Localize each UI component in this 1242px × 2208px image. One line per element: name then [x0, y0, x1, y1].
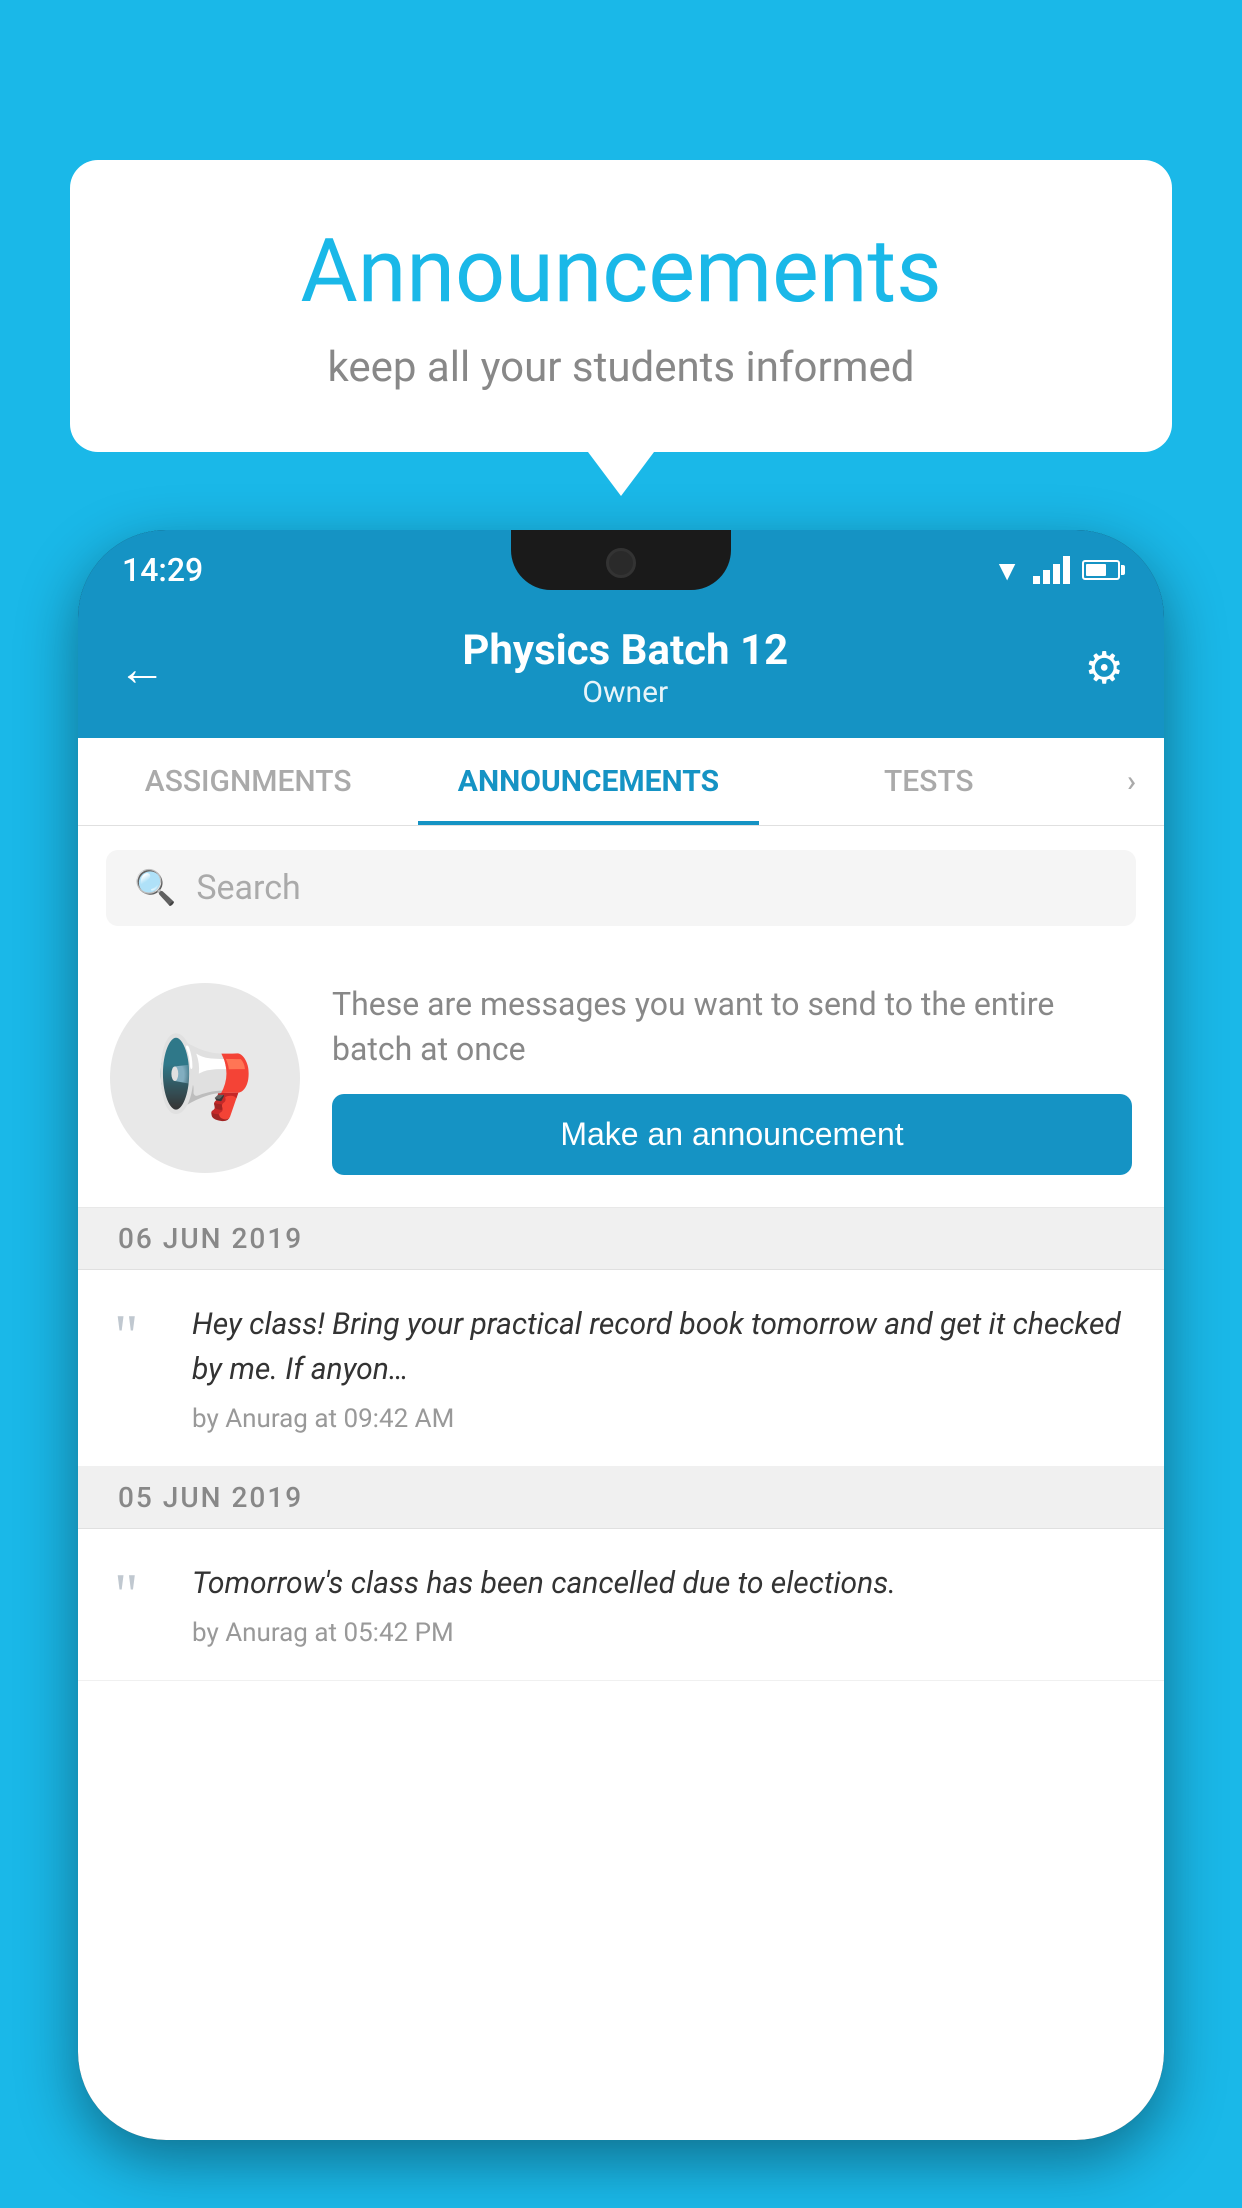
promo-section: 📢 These are messages you want to send to…	[78, 950, 1164, 1208]
announcement-item-2[interactable]: " Tomorrow's class has been cancelled du…	[78, 1529, 1164, 1681]
phone-notch	[511, 530, 731, 590]
tab-announcements[interactable]: ANNOUNCEMENTS	[418, 738, 758, 825]
make-announcement-button[interactable]: Make an announcement	[332, 1094, 1132, 1175]
owner-label: Owner	[462, 675, 788, 710]
date-label-1: 06 JUN 2019	[118, 1222, 303, 1255]
screen-content: 🔍 Search 📢 These are messages you want t…	[78, 826, 1164, 2140]
status-time: 14:29	[122, 551, 203, 589]
battery-fill	[1086, 564, 1106, 576]
bubble-title: Announcements	[140, 220, 1102, 323]
speech-bubble-container: Announcements keep all your students inf…	[70, 160, 1172, 452]
date-label-2: 05 JUN 2019	[118, 1481, 303, 1514]
tabs-bar: ASSIGNMENTS ANNOUNCEMENTS TESTS ›	[78, 738, 1164, 826]
announcement-meta-1: by Anurag at 09:42 AM	[192, 1404, 1128, 1434]
status-icons	[993, 554, 1120, 587]
quote-icon-2: "	[114, 1565, 164, 1625]
announcement-text-2: Tomorrow's class has been cancelled due …	[192, 1561, 1128, 1606]
date-divider-2: 05 JUN 2019	[78, 1467, 1164, 1529]
phone-frame: 14:29 ← Physics Batch 12 Owner	[78, 530, 1164, 2140]
wifi-icon	[993, 554, 1021, 587]
announcement-content-1: Hey class! Bring your practical record b…	[192, 1302, 1128, 1434]
content-area: 🔍 Search 📢 These are messages you want t…	[78, 826, 1164, 1681]
tab-more[interactable]: ›	[1099, 738, 1164, 825]
app-header: ← Physics Batch 12 Owner ⚙	[78, 602, 1164, 738]
search-placeholder: Search	[196, 868, 300, 908]
announcement-text-1: Hey class! Bring your practical record b…	[192, 1302, 1128, 1392]
header-title-block: Physics Batch 12 Owner	[462, 626, 788, 710]
back-button[interactable]: ←	[118, 640, 166, 697]
promo-right: These are messages you want to send to t…	[332, 982, 1132, 1175]
batch-name: Physics Batch 12	[462, 626, 788, 675]
announcement-meta-2: by Anurag at 05:42 PM	[192, 1618, 1128, 1648]
signal-icon	[1033, 556, 1070, 584]
promo-description: These are messages you want to send to t…	[332, 982, 1132, 1072]
front-camera	[606, 548, 636, 578]
search-icon: 🔍	[134, 868, 176, 908]
battery-icon	[1082, 560, 1120, 580]
tab-assignments[interactable]: ASSIGNMENTS	[78, 738, 418, 825]
search-bar[interactable]: 🔍 Search	[106, 850, 1136, 926]
settings-icon[interactable]: ⚙	[1085, 642, 1124, 694]
megaphone-icon: 📢	[155, 1031, 255, 1125]
bubble-subtitle: keep all your students informed	[140, 343, 1102, 392]
tab-tests[interactable]: TESTS	[759, 738, 1099, 825]
phone-wrapper: 14:29 ← Physics Batch 12 Owner	[78, 530, 1164, 2208]
quote-icon-1: "	[114, 1306, 164, 1366]
date-divider-1: 06 JUN 2019	[78, 1208, 1164, 1270]
announcement-item-1[interactable]: " Hey class! Bring your practical record…	[78, 1270, 1164, 1467]
promo-icon-circle: 📢	[110, 983, 300, 1173]
speech-bubble: Announcements keep all your students inf…	[70, 160, 1172, 452]
announcement-content-2: Tomorrow's class has been cancelled due …	[192, 1561, 1128, 1648]
